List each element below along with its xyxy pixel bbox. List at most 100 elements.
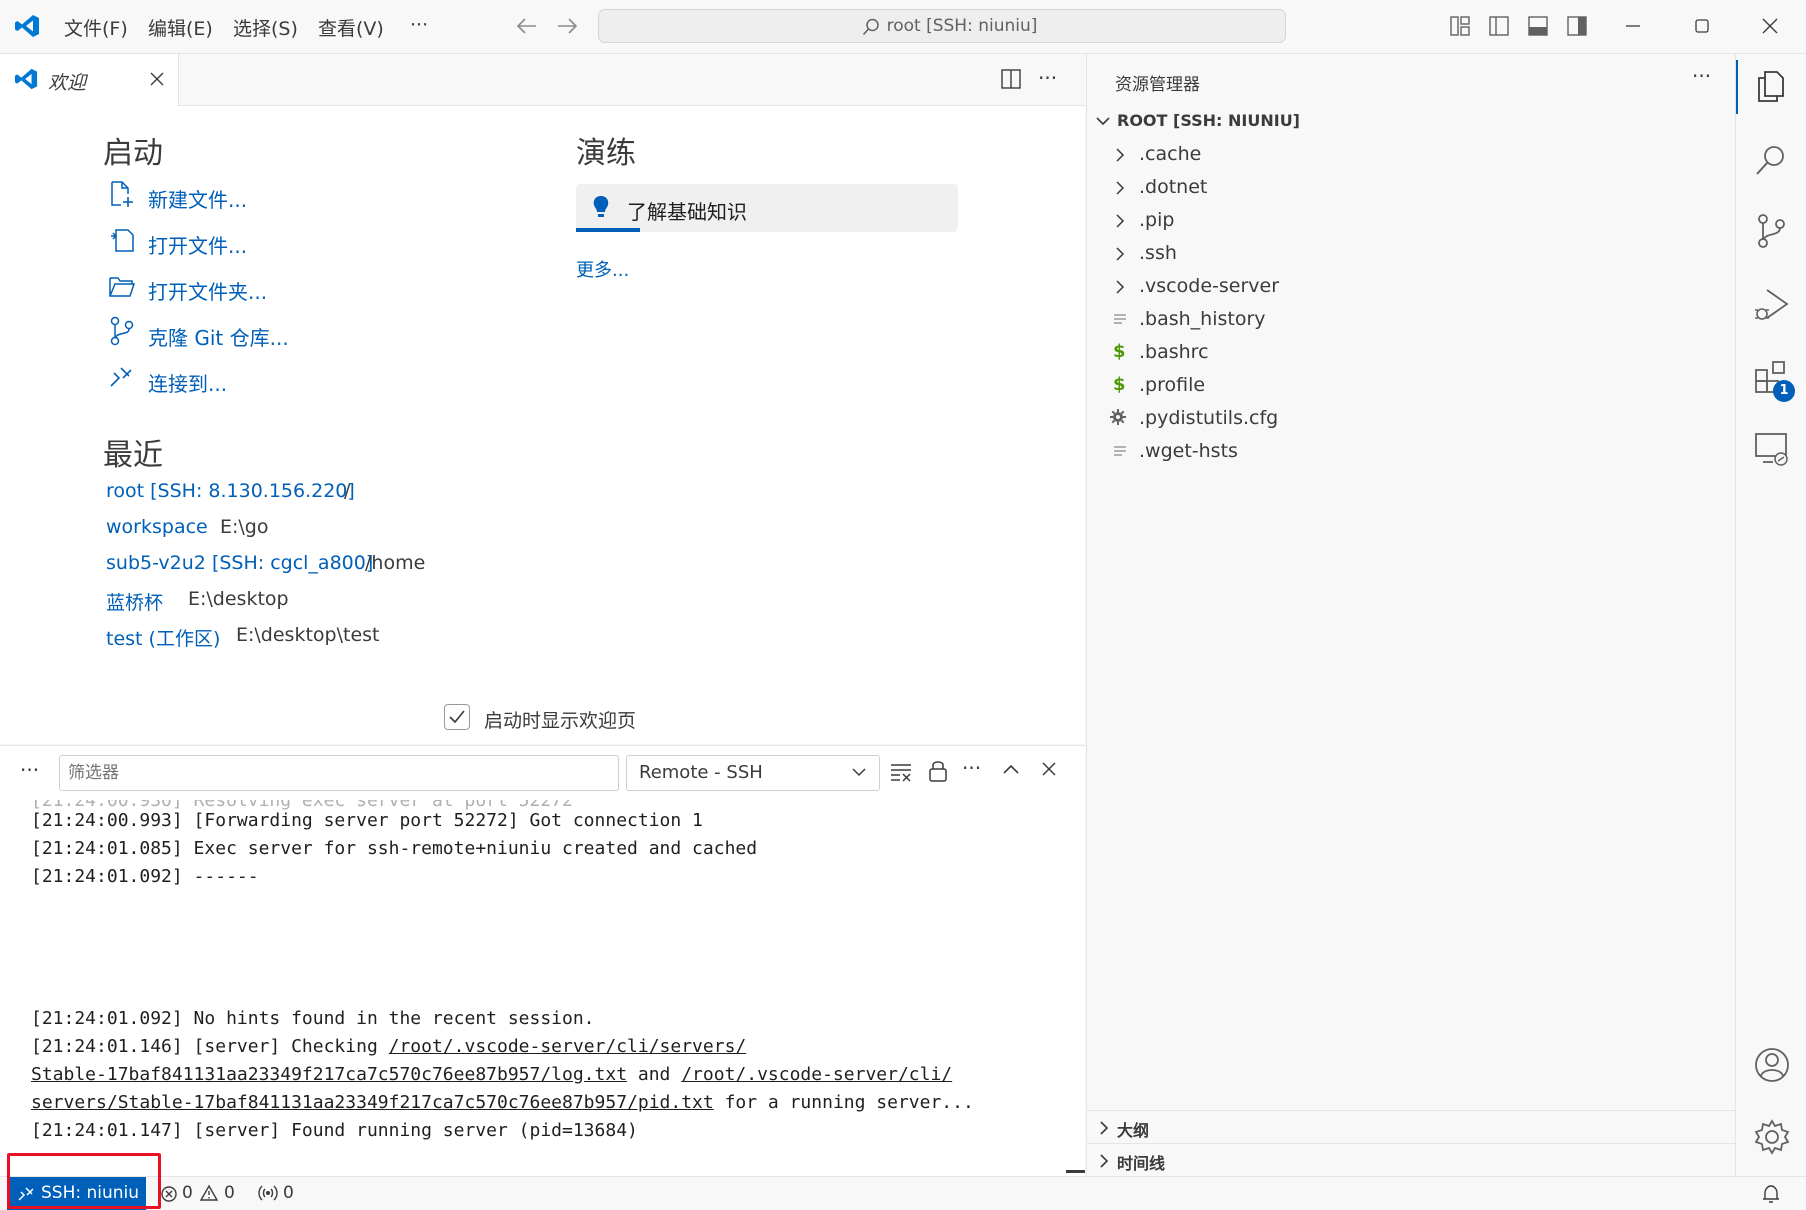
explorer-icon[interactable] bbox=[1753, 68, 1789, 104]
warning-icon[interactable] bbox=[200, 1184, 218, 1202]
recent-item-name[interactable]: sub5-v2u2 [SSH: cgcl_a800] bbox=[106, 552, 373, 574]
start-connect-to[interactable]: 连接到... bbox=[148, 368, 227, 397]
start-open-file[interactable]: 打开文件... bbox=[148, 230, 247, 259]
remote-connect-icon bbox=[108, 364, 134, 390]
close-panel-icon[interactable] bbox=[1040, 760, 1058, 778]
log-link[interactable]: /root/.vscode-server/cli/ bbox=[681, 1064, 952, 1085]
back-arrow-icon[interactable] bbox=[516, 16, 538, 36]
source-control-icon[interactable] bbox=[1753, 212, 1789, 250]
ports-icon[interactable] bbox=[258, 1184, 278, 1202]
text-file-icon bbox=[1113, 313, 1127, 327]
menu-more[interactable]: ··· bbox=[410, 14, 428, 36]
close-tab-icon[interactable] bbox=[148, 70, 166, 88]
lock-icon[interactable] bbox=[928, 759, 948, 783]
show-on-startup-checkbox[interactable] bbox=[444, 704, 470, 730]
maximize-icon[interactable] bbox=[1692, 16, 1712, 36]
walkthrough-more-link[interactable]: 更多... bbox=[576, 256, 629, 282]
log-link[interactable]: /root/.vscode-server/cli/servers/ bbox=[389, 1036, 747, 1057]
shell-file-icon: $ bbox=[1113, 374, 1126, 395]
tree-file[interactable]: .bashrc bbox=[1139, 341, 1209, 363]
start-open-folder[interactable]: 打开文件夹... bbox=[148, 276, 267, 305]
maximize-panel-icon[interactable] bbox=[1002, 762, 1020, 776]
tree-file[interactable]: .profile bbox=[1139, 374, 1205, 396]
output-channel-label: Remote - SSH bbox=[639, 762, 763, 783]
customize-layout-icon[interactable] bbox=[1449, 15, 1471, 37]
log-line: [21:24:01.092] ------ bbox=[31, 866, 259, 887]
tree-folder[interactable]: .ssh bbox=[1139, 242, 1177, 264]
chevron-down-icon[interactable] bbox=[1095, 114, 1111, 128]
toggle-primary-sidebar-icon[interactable] bbox=[1488, 15, 1510, 37]
recent-item-name[interactable]: test (工作区) bbox=[106, 624, 220, 651]
split-editor-icon[interactable] bbox=[1000, 68, 1022, 90]
menu-view[interactable]: 查看(V) bbox=[318, 14, 384, 41]
scrollbar-thumb[interactable] bbox=[1066, 1170, 1085, 1173]
search-icon[interactable] bbox=[1753, 142, 1789, 178]
recent-item-path: E:\desktop\test bbox=[236, 624, 380, 646]
command-center-search[interactable]: root [SSH: niuniu] bbox=[598, 9, 1286, 43]
highlight-box bbox=[7, 1153, 161, 1209]
output-panel: ··· Remote - SSH ··· [21:24:00.930] Reso… bbox=[0, 745, 1085, 1177]
vscode-logo-icon bbox=[14, 13, 40, 39]
recent-title: 最近 bbox=[103, 438, 163, 473]
more-actions-icon[interactable]: ··· bbox=[1038, 66, 1057, 90]
explorer-more-icon[interactable]: ··· bbox=[1692, 64, 1711, 88]
chevron-right-icon bbox=[1113, 147, 1127, 163]
start-new-file[interactable]: 新建文件... bbox=[148, 184, 247, 213]
tree-folder[interactable]: .pip bbox=[1139, 209, 1174, 231]
toggle-secondary-sidebar-icon[interactable] bbox=[1566, 15, 1588, 37]
extensions-badge: 1 bbox=[1773, 380, 1795, 402]
walkthrough-card[interactable]: 了解基础知识 bbox=[576, 184, 958, 232]
divider bbox=[1087, 1143, 1735, 1144]
walkthrough-title: 演练 bbox=[576, 136, 636, 171]
menu-edit[interactable]: 编辑(E) bbox=[148, 14, 213, 41]
tree-file[interactable]: .pydistutils.cfg bbox=[1139, 407, 1278, 429]
log-link[interactable]: servers/Stable-17baf841131aa23349f217ca7… bbox=[31, 1092, 714, 1113]
clear-output-icon[interactable] bbox=[890, 762, 912, 782]
recent-item-path: / bbox=[344, 480, 351, 502]
start-clone-git[interactable]: 克隆 Git 仓库... bbox=[148, 322, 289, 351]
minimize-icon[interactable] bbox=[1623, 16, 1643, 36]
tree-folder[interactable]: .dotnet bbox=[1139, 176, 1207, 198]
new-file-icon bbox=[108, 180, 136, 208]
shell-file-icon: $ bbox=[1113, 341, 1126, 362]
chevron-right-icon bbox=[1097, 1153, 1111, 1169]
timeline-section[interactable]: 时间线 bbox=[1117, 1150, 1165, 1174]
recent-item-name[interactable]: root [SSH: 8.130.156.220] bbox=[106, 480, 355, 502]
bell-icon[interactable] bbox=[1762, 1184, 1780, 1204]
accounts-icon[interactable] bbox=[1753, 1046, 1791, 1084]
open-folder-icon bbox=[108, 272, 136, 300]
outline-section[interactable]: 大纲 bbox=[1117, 1117, 1149, 1141]
output-filter-input[interactable] bbox=[59, 755, 619, 791]
recent-item-name[interactable]: workspace bbox=[106, 516, 208, 538]
forward-arrow-icon[interactable] bbox=[556, 16, 578, 36]
extensions-icon[interactable]: 1 bbox=[1753, 358, 1795, 402]
tree-folder[interactable]: .cache bbox=[1139, 143, 1201, 165]
tab-welcome[interactable]: 欢迎 bbox=[0, 54, 179, 106]
start-title: 启动 bbox=[103, 136, 163, 171]
manage-gear-icon[interactable] bbox=[1753, 1118, 1791, 1156]
toggle-panel-icon[interactable] bbox=[1527, 15, 1549, 37]
tree-file[interactable]: .bash_history bbox=[1139, 308, 1266, 330]
menu-file[interactable]: 文件(F) bbox=[64, 14, 128, 41]
close-window-icon[interactable] bbox=[1760, 16, 1780, 36]
source-control-icon bbox=[108, 316, 136, 346]
tree-folder[interactable]: .vscode-server bbox=[1139, 275, 1279, 297]
panel-actions-icon[interactable]: ··· bbox=[962, 756, 981, 780]
chevron-right-icon bbox=[1113, 246, 1127, 262]
text-file-icon bbox=[1113, 445, 1127, 459]
recent-item-name[interactable]: 蓝桥杯 bbox=[106, 588, 163, 615]
warning-count: 0 bbox=[224, 1183, 235, 1203]
chevron-right-icon bbox=[1113, 213, 1127, 229]
remote-explorer-icon[interactable] bbox=[1753, 430, 1791, 468]
panel-more-icon[interactable]: ··· bbox=[20, 758, 39, 782]
output-channel-select[interactable]: Remote - SSH bbox=[626, 755, 880, 791]
walkthrough-progress bbox=[576, 228, 640, 232]
log-link[interactable]: Stable-17baf841131aa23349f217ca7c570c76e… bbox=[31, 1064, 627, 1085]
chevron-right-icon bbox=[1113, 180, 1127, 196]
tree-file[interactable]: .wget-hsts bbox=[1139, 440, 1238, 462]
run-debug-icon[interactable] bbox=[1753, 286, 1791, 324]
menu-selection[interactable]: 选择(S) bbox=[233, 14, 298, 41]
error-icon[interactable] bbox=[160, 1185, 178, 1203]
workspace-root[interactable]: ROOT [SSH: NIUNIU] bbox=[1117, 111, 1300, 130]
divider bbox=[1087, 1110, 1735, 1111]
